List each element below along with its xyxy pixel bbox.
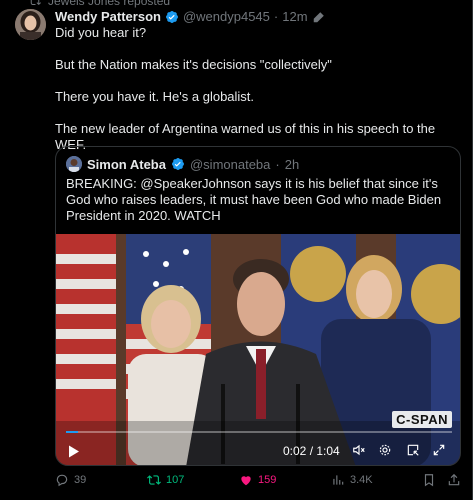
view-count: 3.4K xyxy=(350,474,373,486)
repost-icon xyxy=(147,475,161,485)
quoted-avatar[interactable] xyxy=(66,156,82,172)
quoted-tweet[interactable]: Simon Ateba @simonateba · 2h BREAKING: @… xyxy=(55,146,461,466)
quoted-timestamp[interactable]: 2h xyxy=(285,157,299,172)
repost-button[interactable]: 107 xyxy=(147,473,184,487)
heart-icon xyxy=(241,476,251,486)
author-handle[interactable]: @wendyp4545 xyxy=(183,9,270,24)
bookmark-icon xyxy=(424,474,434,487)
action-bar: 39 107 159 3.4K xyxy=(55,473,465,491)
repost-icon xyxy=(30,0,41,6)
bookmark-button[interactable] xyxy=(422,473,436,487)
tweet-paragraph: Did you hear it? xyxy=(55,25,147,40)
settings-gear-icon[interactable] xyxy=(378,443,392,457)
separator-dot: · xyxy=(273,9,279,24)
share-icon xyxy=(448,473,460,486)
separator-dot: · xyxy=(275,156,280,172)
mute-icon[interactable] xyxy=(352,443,366,457)
quoted-tweet-text: BREAKING: @SpeakerJohnson says it is his… xyxy=(66,176,442,223)
tweet-header: Wendy Patterson @wendyp4545 · 12m xyxy=(55,9,326,24)
repost-context[interactable]: Jewels Jones reposted xyxy=(28,0,170,8)
views-chart-icon xyxy=(333,475,344,485)
reply-count: 39 xyxy=(74,474,87,486)
reply-icon xyxy=(56,474,68,487)
avatar-image xyxy=(15,9,46,40)
picture-in-picture-icon[interactable] xyxy=(406,443,420,457)
video-progress-bar[interactable] xyxy=(66,431,452,433)
share-button[interactable] xyxy=(447,473,461,487)
like-count: 159 xyxy=(258,474,277,486)
video-time: 0:02 / 1:04 xyxy=(283,444,340,458)
play-icon[interactable] xyxy=(68,445,80,458)
edited-pencil-icon xyxy=(313,11,324,22)
quoted-tweet-header: Simon Ateba @simonateba · 2h xyxy=(66,156,299,172)
video-player[interactable]: C-SPAN 0:02 / 1:04 xyxy=(56,234,460,465)
tweet-paragraph: But the Nation makes it's decisions "col… xyxy=(55,57,332,72)
fullscreen-icon[interactable] xyxy=(432,443,446,457)
repost-label: Jewels Jones reposted xyxy=(48,0,171,8)
cspan-watermark: C-SPAN xyxy=(392,411,452,428)
tweet-paragraph: There you have it. He's a globalist. xyxy=(55,89,255,104)
avatar[interactable] xyxy=(15,9,46,40)
like-button[interactable]: 159 xyxy=(239,473,276,487)
repost-count: 107 xyxy=(166,474,185,486)
video-progress-fill xyxy=(66,431,78,433)
reply-button[interactable]: 39 xyxy=(55,473,86,487)
views-button[interactable]: 3.4K xyxy=(331,473,373,487)
verified-badge-icon xyxy=(165,10,178,23)
video-controls: C-SPAN 0:02 / 1:04 xyxy=(56,411,460,465)
quoted-avatar-image xyxy=(66,156,82,172)
verified-badge-icon xyxy=(172,158,184,170)
author-name[interactable]: Wendy Patterson xyxy=(55,9,161,24)
timestamp[interactable]: 12m xyxy=(282,9,307,24)
quoted-author-name[interactable]: Simon Ateba xyxy=(87,157,166,172)
quoted-author-handle[interactable]: @simonateba xyxy=(190,157,270,172)
